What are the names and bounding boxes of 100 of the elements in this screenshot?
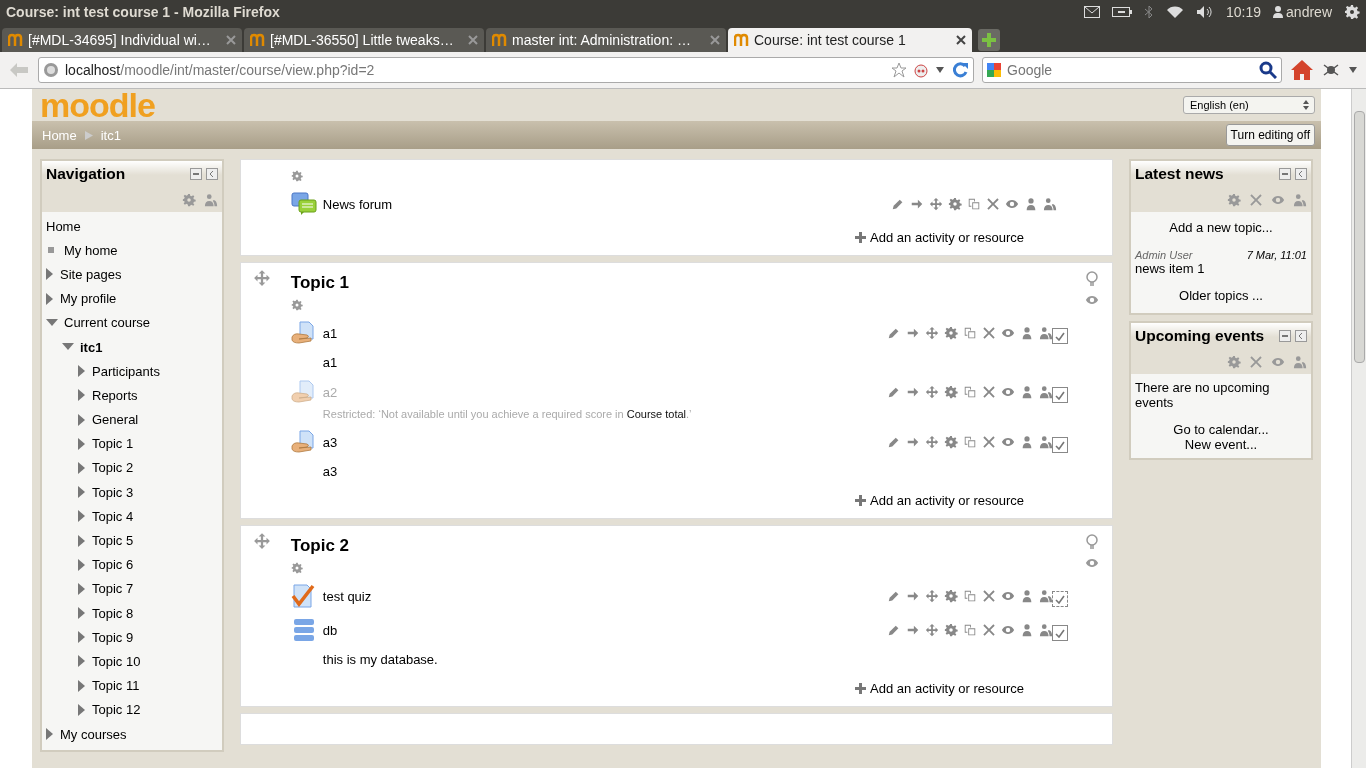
completion-checkbox[interactable] <box>1052 437 1068 453</box>
gear-icon[interactable] <box>1227 193 1241 207</box>
gear-icon[interactable] <box>181 193 196 207</box>
collapsed-arrow-icon[interactable] <box>78 679 86 692</box>
delete-icon[interactable] <box>982 589 996 603</box>
pencil-icon[interactable] <box>887 623 901 637</box>
gear-icon[interactable] <box>290 299 303 311</box>
people-icon[interactable] <box>1043 197 1057 211</box>
collapsed-arrow-icon[interactable] <box>78 413 86 426</box>
collapsed-arrow-icon[interactable] <box>78 461 86 474</box>
settings-icon[interactable] <box>1344 4 1360 20</box>
expanded-arrow-icon[interactable] <box>46 318 58 327</box>
delete-icon[interactable] <box>1249 355 1263 369</box>
dock-icon[interactable] <box>205 168 218 180</box>
collapsed-arrow-icon[interactable] <box>46 292 54 305</box>
people-icon[interactable] <box>1039 589 1053 603</box>
navigation-item[interactable]: Participants <box>92 363 160 379</box>
calendar-link[interactable]: New event... <box>1135 437 1307 452</box>
gear-icon[interactable] <box>290 562 303 574</box>
navigation-item[interactable]: Topic 10 <box>92 653 141 669</box>
delete-icon[interactable] <box>986 197 1000 211</box>
gear-icon[interactable] <box>944 589 958 603</box>
collapsed-arrow-icon[interactable] <box>78 486 86 499</box>
collapsed-arrow-icon[interactable] <box>78 558 86 571</box>
pencil-icon[interactable] <box>887 589 901 603</box>
collapsed-arrow-icon[interactable] <box>78 607 86 620</box>
minimize-icon[interactable] <box>1279 330 1291 342</box>
eye-icon[interactable] <box>1001 435 1015 449</box>
activity-link[interactable]: db <box>322 622 338 638</box>
browser-tab[interactable]: master int: Administration: … <box>486 28 726 52</box>
arrow-icon[interactable] <box>906 385 920 399</box>
add-activity-link[interactable]: Add an activity or resource <box>855 681 1024 696</box>
arrow-icon[interactable] <box>906 435 920 449</box>
add-topic-link[interactable]: Add a new topic... <box>1135 220 1307 235</box>
navigation-item[interactable]: Home <box>46 218 81 234</box>
volume-icon[interactable] <box>1196 5 1215 19</box>
bluetooth-icon[interactable] <box>1144 5 1155 19</box>
language-select[interactable]: English (en) <box>1183 96 1315 114</box>
collapsed-arrow-icon[interactable] <box>46 728 54 741</box>
navigation-item[interactable]: Reports <box>92 387 138 403</box>
bug-icon[interactable] <box>1322 61 1340 79</box>
dock-icon[interactable] <box>1295 330 1307 342</box>
navigation-item[interactable]: Topic 6 <box>92 557 134 573</box>
search-engine-icon[interactable] <box>987 63 1001 77</box>
collapsed-arrow-icon[interactable] <box>78 703 86 716</box>
gear-icon[interactable] <box>944 623 958 637</box>
eye-icon[interactable] <box>1001 326 1015 340</box>
navigation-item[interactable]: Topic 4 <box>92 508 134 524</box>
eye-icon[interactable] <box>1271 355 1285 369</box>
navigation-item[interactable]: General <box>92 412 139 428</box>
lightbulb-icon[interactable] <box>1085 271 1099 287</box>
move-icon[interactable] <box>925 589 939 603</box>
eye-icon[interactable] <box>1001 385 1015 399</box>
navigation-item[interactable]: My courses <box>60 726 127 742</box>
copy-icon[interactable] <box>963 326 977 340</box>
navigation-item[interactable]: Topic 1 <box>92 436 134 452</box>
person-icon[interactable] <box>1024 197 1038 211</box>
person-icon[interactable] <box>1020 385 1034 399</box>
copy-icon[interactable] <box>963 385 977 399</box>
activity-link[interactable]: a1 <box>322 325 338 341</box>
people-icon[interactable] <box>1039 326 1053 340</box>
scrollbar[interactable] <box>1351 89 1366 768</box>
caret-icon[interactable] <box>1348 66 1358 74</box>
activity-link[interactable]: a3 <box>322 434 338 450</box>
add-activity-link[interactable]: Add an activity or resource <box>855 230 1024 245</box>
turn-editing-off-button[interactable]: Turn editing off <box>1225 124 1315 146</box>
course-total-link[interactable]: Course total <box>626 408 687 420</box>
move-icon[interactable] <box>929 197 943 211</box>
person-icon[interactable] <box>1020 326 1034 340</box>
completion-checkbox[interactable] <box>1052 591 1068 607</box>
pencil-icon[interactable] <box>887 385 901 399</box>
navigation-item[interactable]: Topic 9 <box>92 629 134 645</box>
move-icon[interactable] <box>925 435 939 449</box>
people-icon[interactable] <box>1039 435 1053 449</box>
clock-text[interactable]: 10:19 <box>1226 4 1262 20</box>
minimize-icon[interactable] <box>189 168 202 180</box>
copy-icon[interactable] <box>963 623 977 637</box>
collapsed-arrow-icon[interactable] <box>78 389 86 402</box>
pencil-icon[interactable] <box>887 326 901 340</box>
delete-icon[interactable] <box>982 435 996 449</box>
move-icon[interactable] <box>925 623 939 637</box>
gear-icon[interactable] <box>944 326 958 340</box>
pencil-icon[interactable] <box>887 435 901 449</box>
navigation-item[interactable]: Site pages <box>60 266 122 282</box>
battery-icon[interactable] <box>1112 6 1133 18</box>
move-icon[interactable] <box>252 269 271 287</box>
arrow-icon[interactable] <box>906 623 920 637</box>
navigation-item[interactable]: Topic 2 <box>92 460 134 476</box>
wifi-icon[interactable] <box>1166 5 1185 19</box>
expanded-arrow-icon[interactable] <box>62 343 74 352</box>
completion-checkbox[interactable] <box>1052 328 1068 344</box>
person-icon[interactable] <box>1020 623 1034 637</box>
copy-icon[interactable] <box>967 197 981 211</box>
gear-icon[interactable] <box>944 435 958 449</box>
people-icon[interactable] <box>1039 385 1053 399</box>
new-tab-icon[interactable] <box>978 29 1000 51</box>
minimize-icon[interactable] <box>1279 168 1291 180</box>
activity-link[interactable]: News forum <box>322 196 393 212</box>
activity-link[interactable]: test quiz <box>322 588 372 604</box>
gear-icon[interactable] <box>1227 355 1241 369</box>
